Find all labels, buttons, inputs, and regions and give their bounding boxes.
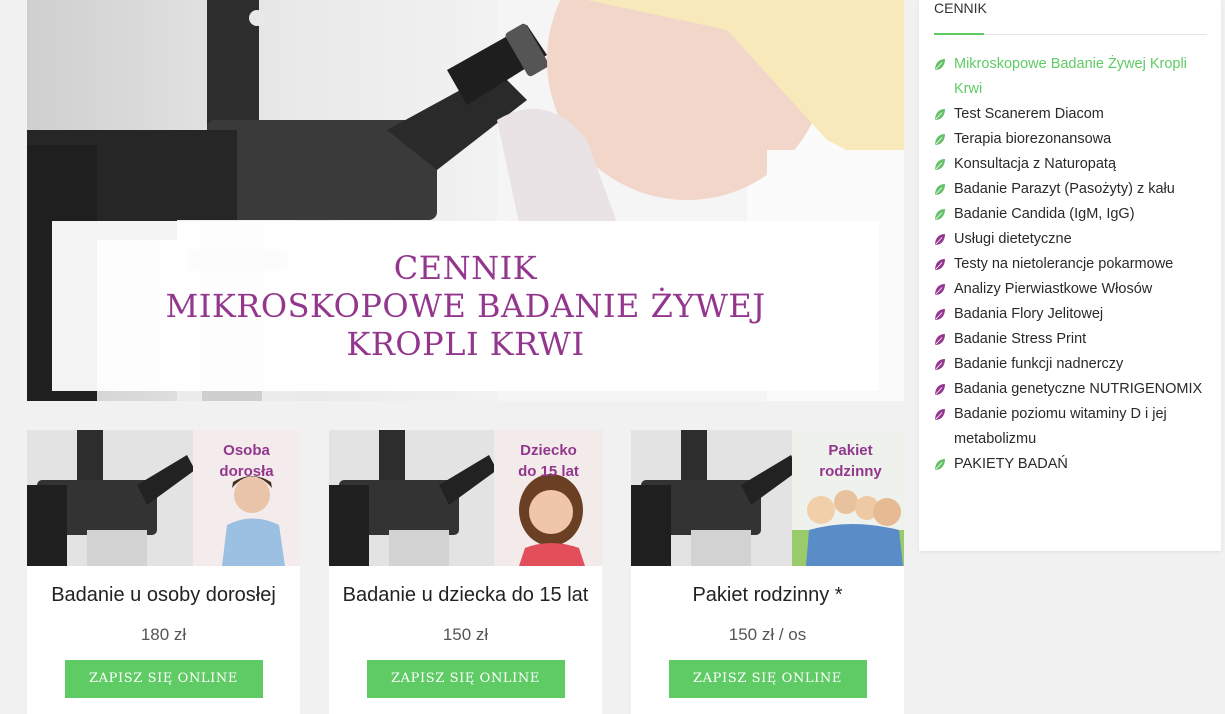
signup-button[interactable]: ZAPISZ SIĘ ONLINE — [366, 660, 565, 698]
sidebar-item-label: Badanie poziomu witaminy D i jej metabol… — [954, 406, 1167, 447]
sidebar-item-label: Usługi dietetyczne — [954, 231, 1072, 247]
sidebar-item-label: Konsultacja z Naturopatą — [954, 156, 1117, 172]
leaf-icon — [935, 59, 945, 70]
leaf-icon — [935, 309, 945, 320]
sidebar-item[interactable]: Mikroskopowe Badanie Żywej Kropli Krwi — [934, 52, 1206, 102]
hero-title-line: MIKROSKOPOWE BADANIE ŻYWEJ — [165, 287, 766, 325]
sidebar-item-label: Badanie Stress Print — [954, 331, 1087, 347]
leaf-icon — [935, 334, 945, 345]
leaf-icon — [935, 384, 945, 395]
sidebar-item[interactable]: PAKIETY BADAŃ — [934, 452, 1206, 477]
card-title: Badanie u osoby dorosłej — [51, 584, 276, 606]
card-price: 150 zł — [442, 625, 489, 644]
sidebar-item-label: Badanie Candida (IgM, IgG) — [954, 206, 1135, 222]
hero-title-line: CENNIK — [393, 249, 538, 287]
sidebar-menu: Mikroskopowe Badanie Żywej Kropli Krwi Te… — [934, 52, 1206, 477]
signup-button[interactable]: ZAPISZ SIĘ ONLINE — [668, 660, 867, 698]
sidebar-item-label: Terapia biorezonansowa — [954, 131, 1112, 147]
leaf-icon — [935, 284, 945, 295]
sidebar-item-label: Test Scanerem Diacom — [954, 106, 1104, 122]
sidebar-item[interactable]: Usługi dietetyczne — [934, 227, 1206, 252]
card-image: Pakiet rodzinny — [631, 430, 904, 566]
hero-title-line: KROPLI KRWI — [346, 325, 585, 363]
sidebar-item[interactable]: Testy na nietolerancje pokarmowe — [934, 252, 1206, 277]
sidebar-item[interactable]: Badanie poziomu witaminy D i jej metabol… — [934, 402, 1206, 452]
sidebar-item-label: Analizy Pierwiastkowe Włosów — [954, 281, 1153, 297]
hero-banner: CENNIK MIKROSKOPOWE BADANIE ŻYWEJ KROPLI… — [27, 0, 904, 401]
pricing-card-adult: Osoba dorosła Badanie u osoby dorosłej 1… — [27, 430, 300, 714]
leaf-icon — [935, 234, 945, 245]
sidebar-item[interactable]: Badanie Parazyt (Pasożyty) z kału — [934, 177, 1206, 202]
card-title: Pakiet rodzinny * — [692, 584, 843, 606]
pricing-card-family: Pakiet rodzinny Pakiet rodzinny * 150 zł… — [631, 430, 904, 714]
card-badge: Osoba dorosła — [219, 442, 274, 480]
leaf-icon — [935, 184, 945, 195]
sidebar-item[interactable]: Terapia biorezonansowa — [934, 127, 1206, 152]
card-price: 180 zł — [140, 625, 187, 644]
hero-title-box: CENNIK MIKROSKOPOWE BADANIE ŻYWEJ KROPLI… — [52, 221, 879, 391]
leaf-icon — [935, 459, 945, 470]
leaf-icon — [935, 409, 945, 420]
sidebar-item-label: Badania genetyczne NUTRIGENOMIX — [954, 381, 1203, 397]
leaf-icon — [935, 359, 945, 370]
sidebar-item[interactable]: Analizy Pierwiastkowe Włosów — [934, 277, 1206, 302]
sidebar-item-label: PAKIETY BADAŃ — [954, 456, 1068, 472]
card-badge: Pakiet rodzinny — [819, 442, 882, 480]
leaf-icon — [935, 159, 945, 170]
signup-button[interactable]: ZAPISZ SIĘ ONLINE — [64, 660, 263, 698]
card-image: Dziecko do 15 lat — [329, 430, 602, 566]
sidebar-item[interactable]: Badanie funkcji nadnerczy — [934, 352, 1206, 377]
pricing-card-child: Dziecko do 15 lat Badanie u dziecka do 1… — [329, 430, 602, 714]
sidebar-item[interactable]: Badania Flory Jelitowej — [934, 302, 1206, 327]
sidebar-item[interactable]: Test Scanerem Diacom — [934, 102, 1206, 127]
sidebar-item-label: Mikroskopowe Badanie Żywej Kropli Krwi — [954, 56, 1187, 97]
sidebar-item-label: Badania Flory Jelitowej — [954, 306, 1104, 322]
sidebar-item[interactable]: Konsultacja z Naturopatą — [934, 152, 1206, 177]
sidebar-price-list: CENNIK Mikroskopowe Badanie Żywej Kropli… — [919, 0, 1221, 551]
leaf-icon — [935, 134, 945, 145]
leaf-icon — [935, 109, 945, 120]
sidebar-item-label: Badanie Parazyt (Pasożyty) z kału — [954, 181, 1175, 197]
sidebar-heading: CENNIK — [934, 0, 987, 16]
divider-accent — [934, 33, 984, 35]
card-title: Badanie u dziecka do 15 lat — [342, 584, 589, 606]
leaf-icon — [935, 209, 945, 220]
leaf-icon — [935, 259, 945, 270]
sidebar-item-label: Badanie funkcji nadnerczy — [954, 356, 1124, 372]
card-badge: Dziecko do 15 lat — [518, 442, 579, 480]
sidebar-item[interactable]: Badanie Candida (IgM, IgG) — [934, 202, 1206, 227]
card-price: 150 zł / os — [728, 625, 807, 644]
card-image: Osoba dorosła — [27, 430, 300, 566]
sidebar-item[interactable]: Badanie Stress Print — [934, 327, 1206, 352]
sidebar-item-label: Testy na nietolerancje pokarmowe — [954, 256, 1174, 272]
sidebar-item[interactable]: Badania genetyczne NUTRIGENOMIX — [934, 377, 1206, 402]
